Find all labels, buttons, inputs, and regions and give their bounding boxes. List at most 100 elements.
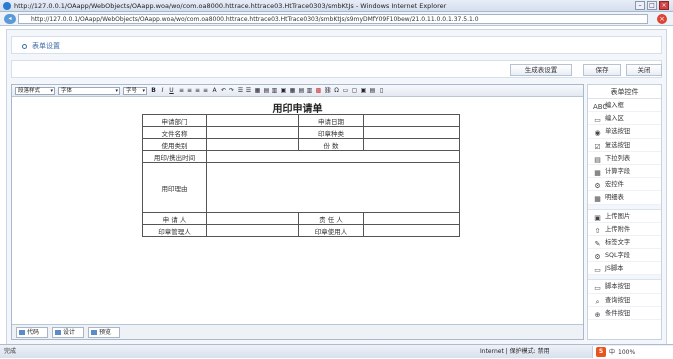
- table-cell[interactable]: 申 请 人: [142, 212, 207, 225]
- italic-button[interactable]: I: [159, 87, 166, 95]
- source-icon[interactable]: ▤: [369, 87, 376, 95]
- merge-cells-icon[interactable]: ▣: [280, 87, 287, 95]
- table-cell[interactable]: [206, 126, 299, 139]
- table-cell[interactable]: 印章管理人: [142, 224, 207, 237]
- control-item[interactable]: ▤ 下拉列表: [588, 152, 661, 165]
- table-cell[interactable]: [206, 150, 460, 163]
- hr-icon[interactable]: ▭: [342, 87, 349, 95]
- control-item[interactable]: ⊕ 条件按钮: [588, 307, 661, 320]
- insert-col-icon[interactable]: ▥: [271, 87, 278, 95]
- form-canvas[interactable]: 用印申请单 申请部门 申请日期 文件名称 印章种类 使用类别 份 数 用印/携出…: [12, 98, 583, 312]
- font-select[interactable]: 字体: [58, 87, 120, 95]
- control-item[interactable]: ⚙ SQL字段: [588, 249, 661, 263]
- table-cell[interactable]: 申请部门: [142, 114, 207, 127]
- table-cell[interactable]: 印章使用人: [298, 224, 364, 237]
- tab-design[interactable]: 设计: [52, 327, 84, 338]
- control-item[interactable]: ◉ 单选按钮: [588, 125, 661, 139]
- table-cell[interactable]: 印章种类: [298, 126, 364, 139]
- table-cell[interactable]: 份 数: [298, 138, 364, 151]
- control-item[interactable]: ABC 编入框: [588, 99, 661, 113]
- control-label: 明细表: [605, 194, 624, 202]
- preview-icon[interactable]: ▣: [360, 87, 367, 95]
- align-right-icon[interactable]: ≡: [194, 87, 201, 95]
- ime-mode[interactable]: 中: [609, 346, 615, 359]
- table-cell[interactable]: [206, 162, 460, 213]
- image-icon[interactable]: ▩: [315, 87, 322, 95]
- table-cell[interactable]: 申请日期: [298, 114, 364, 127]
- table-cell[interactable]: [363, 138, 460, 151]
- underline-button[interactable]: U: [168, 87, 175, 95]
- frame-icon[interactable]: ▢: [351, 87, 358, 95]
- control-item[interactable]: ▭ 编入区: [588, 112, 661, 126]
- table-cell[interactable]: [363, 114, 460, 127]
- table-row: 使用类别 份 数: [142, 138, 460, 151]
- table-cell[interactable]: [363, 224, 460, 237]
- ordered-list-icon[interactable]: ☰: [237, 87, 244, 95]
- special-char-icon[interactable]: Ω: [333, 87, 340, 95]
- control-item[interactable]: ▣ 上传图片: [588, 210, 661, 223]
- control-label: JS脚本: [605, 265, 624, 273]
- close-button[interactable]: 关闭: [626, 64, 662, 76]
- tab-label: 设计: [63, 329, 76, 336]
- zoom-level[interactable]: 100%: [618, 346, 635, 359]
- link-icon[interactable]: ⛓: [324, 87, 332, 95]
- table-cell[interactable]: [206, 138, 299, 151]
- page-icon[interactable]: ▯: [378, 87, 385, 95]
- table-cell[interactable]: 用印/携出时间: [142, 150, 207, 163]
- tab-code[interactable]: 代码: [16, 327, 48, 338]
- paragraph-style-select[interactable]: 段落样式: [15, 87, 55, 95]
- control-item[interactable]: ⌕ 查询按钮: [588, 294, 661, 307]
- control-item[interactable]: ▦ 计算字段: [588, 165, 661, 179]
- table-cell[interactable]: [363, 212, 460, 225]
- align-left-icon[interactable]: ≡: [178, 87, 185, 95]
- security-zone: Internet | 保护模式: 禁用: [480, 348, 550, 355]
- table-cell[interactable]: 文件名称: [142, 126, 207, 139]
- table-row: 印章管理人 印章使用人: [142, 224, 460, 237]
- table-row: 申请部门 申请日期: [142, 114, 460, 127]
- align-center-icon[interactable]: ≡: [186, 87, 193, 95]
- table-cell[interactable]: 用印理由: [142, 162, 207, 213]
- generate-settings-button[interactable]: 生成表设置: [510, 64, 572, 76]
- save-button[interactable]: 保存: [583, 64, 621, 76]
- table-cell[interactable]: [206, 114, 299, 127]
- tab-preview[interactable]: 预览: [88, 327, 120, 338]
- control-item[interactable]: ▭ 脚本按钮: [588, 280, 661, 294]
- font-color-icon[interactable]: A: [211, 87, 218, 95]
- window-title: http://127.0.0.1/OAapp/WebObjects/OAapp.…: [14, 2, 447, 10]
- delete-row-icon[interactable]: ▤: [298, 87, 305, 95]
- action-bar: 生成表设置 保存 关闭: [11, 60, 662, 78]
- control-item[interactable]: ⚙ 宏控件: [588, 178, 661, 192]
- minimize-button[interactable]: –: [635, 1, 645, 10]
- control-label: 下拉列表: [605, 154, 631, 162]
- table-cell[interactable]: 责 任 人: [298, 212, 364, 225]
- justify-icon[interactable]: ≡: [202, 87, 209, 95]
- back-forward-icon[interactable]: ◂: [4, 14, 16, 24]
- undo-icon[interactable]: ↶: [220, 87, 227, 95]
- font-size-select[interactable]: 字号: [123, 87, 147, 95]
- split-cells-icon[interactable]: ▦: [289, 87, 296, 95]
- redo-icon[interactable]: ↷: [228, 87, 235, 95]
- delete-col-icon[interactable]: ▥: [306, 87, 313, 95]
- url-field[interactable]: http://127.0.0.1/OAapp/WebObjects/OAapp.…: [18, 14, 648, 24]
- maximize-button[interactable]: □: [647, 1, 657, 10]
- control-label: SQL字段: [605, 252, 631, 260]
- close-window-button[interactable]: ×: [659, 1, 669, 10]
- stop-icon[interactable]: ×: [657, 14, 667, 24]
- bullet-list-icon[interactable]: ☰: [245, 87, 252, 95]
- control-item[interactable]: ▭ JS脚本: [588, 262, 661, 276]
- control-item[interactable]: ✎ 标签文字: [588, 236, 661, 250]
- address-bar: ◂ http://127.0.0.1/OAapp/WebObjects/OAap…: [0, 12, 673, 26]
- table-cell[interactable]: [206, 212, 299, 225]
- bold-button[interactable]: B: [150, 87, 157, 95]
- table-cell[interactable]: [206, 224, 299, 237]
- table-cell[interactable]: 使用类别: [142, 138, 207, 151]
- section-bullet-icon: [22, 43, 27, 49]
- design-icon: [55, 330, 61, 335]
- control-item[interactable]: ⇧ 上传附件: [588, 223, 661, 236]
- control-item[interactable]: ▦ 明细表: [588, 191, 661, 205]
- table-cell[interactable]: [363, 126, 460, 139]
- insert-row-icon[interactable]: ▤: [263, 87, 270, 95]
- sogou-ime-icon[interactable]: S: [596, 347, 606, 357]
- table-icon[interactable]: ▦: [254, 87, 261, 95]
- control-item[interactable]: ☑ 复选按钮: [588, 139, 661, 152]
